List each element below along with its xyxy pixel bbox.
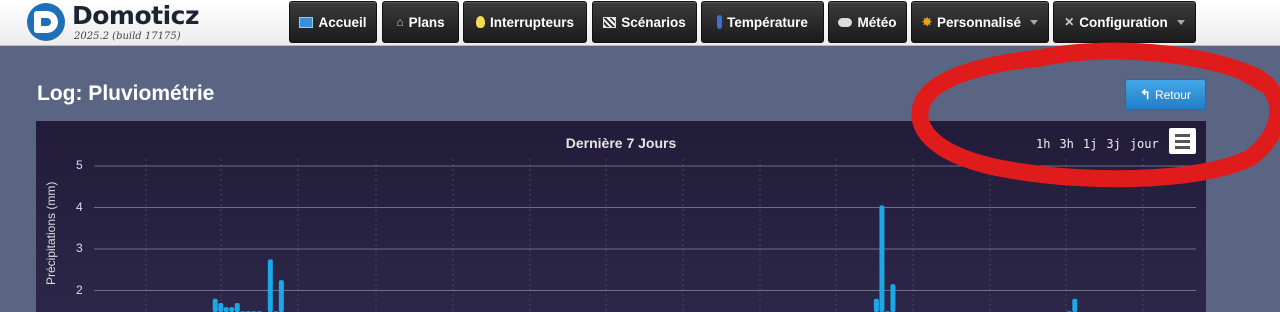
nav-temperature-button[interactable]: Température	[701, 1, 824, 43]
nav-interrupteurs-button[interactable]: Interrupteurs	[463, 1, 587, 43]
rain-bar[interactable]	[212, 298, 218, 312]
chevron-down-icon	[1176, 19, 1185, 25]
rain-bar[interactable]	[267, 259, 273, 312]
gear-icon: ✸	[921, 15, 932, 29]
range-3h-button[interactable]: 3h	[1059, 137, 1073, 151]
back-button-label: Retour	[1154, 87, 1191, 102]
range-1j-button[interactable]: 1j	[1083, 137, 1097, 151]
nav-label: Personnalisé	[937, 14, 1022, 30]
nav-personnalise-dropdown[interactable]: ✸ Personnalisé	[911, 1, 1049, 43]
rain-bar[interactable]	[879, 205, 885, 312]
domoticz-logo-icon[interactable]	[27, 3, 65, 41]
nav-label: Température	[727, 14, 808, 30]
tools-icon: ✕	[1064, 15, 1075, 29]
chart-menu-button[interactable]	[1169, 128, 1196, 154]
page-title: Log: Pluviométrie	[37, 82, 215, 105]
brand-name[interactable]: Domoticz	[72, 1, 200, 30]
nav-label: Scénarios	[621, 14, 686, 30]
rain-bar[interactable]	[1072, 298, 1078, 312]
range-jour-button[interactable]: jour	[1130, 137, 1159, 151]
y-tick-label: 3	[76, 241, 83, 255]
nav-configuration-dropdown[interactable]: ✕ Configuration	[1053, 1, 1196, 43]
nav-label: Météo	[857, 14, 897, 30]
clapperboard-icon	[603, 16, 617, 28]
thermometer-icon	[717, 15, 723, 29]
brand-version: 2025.2 (build 17175)	[74, 31, 181, 42]
chart-title: Dernière 7 Jours	[565, 135, 677, 151]
top-navbar: Domoticz 2025.2 (build 17175) Accueil ⌂ …	[0, 0, 1280, 46]
rain-bar[interactable]	[873, 298, 879, 312]
y-axis-label: Précipitations (mm)	[44, 181, 58, 285]
rain-chart: Dernière 7 Jours Précipitations (mm) 2 3 4…	[36, 121, 1206, 312]
rain-bar[interactable]	[229, 307, 235, 312]
rain-bar[interactable]	[234, 302, 240, 312]
nav-label: Configuration	[1079, 14, 1168, 30]
rain-bar[interactable]	[278, 280, 284, 312]
hamburger-icon-bar	[1175, 133, 1190, 137]
reply-arrow-icon: ↰	[1140, 86, 1151, 102]
nav-meteo-button[interactable]: Météo	[828, 1, 907, 43]
house-icon: ⌂	[396, 15, 404, 29]
nav-label: Accueil	[318, 14, 367, 30]
rain-bar[interactable]	[223, 307, 229, 312]
lightbulb-icon	[475, 16, 485, 28]
range-selector: 1h 3h 1j 3j jour	[1036, 137, 1159, 151]
chevron-down-icon	[1030, 19, 1039, 25]
y-tick-label: 5	[76, 158, 83, 172]
dashboard-icon	[299, 16, 314, 28]
back-button[interactable]: ↰ Retour	[1125, 79, 1206, 110]
nav-accueil-button[interactable]: Accueil	[289, 1, 377, 43]
nav-label: Plans	[408, 14, 445, 30]
range-3j-button[interactable]: 3j	[1106, 137, 1120, 151]
hamburger-icon-bar	[1175, 139, 1190, 143]
rain-bar[interactable]	[218, 302, 224, 312]
rain-bar[interactable]	[890, 284, 896, 312]
range-1h-button[interactable]: 1h	[1036, 137, 1050, 151]
nav-label: Interrupteurs	[489, 14, 574, 30]
hamburger-icon-bar	[1175, 145, 1190, 149]
y-tick-label: 4	[76, 199, 83, 214]
nav-plans-button[interactable]: ⌂ Plans	[382, 1, 459, 43]
y-tick-label: 2	[76, 282, 83, 297]
cloud-rain-icon	[838, 17, 853, 27]
nav-scenarios-button[interactable]: Scénarios	[592, 1, 697, 43]
